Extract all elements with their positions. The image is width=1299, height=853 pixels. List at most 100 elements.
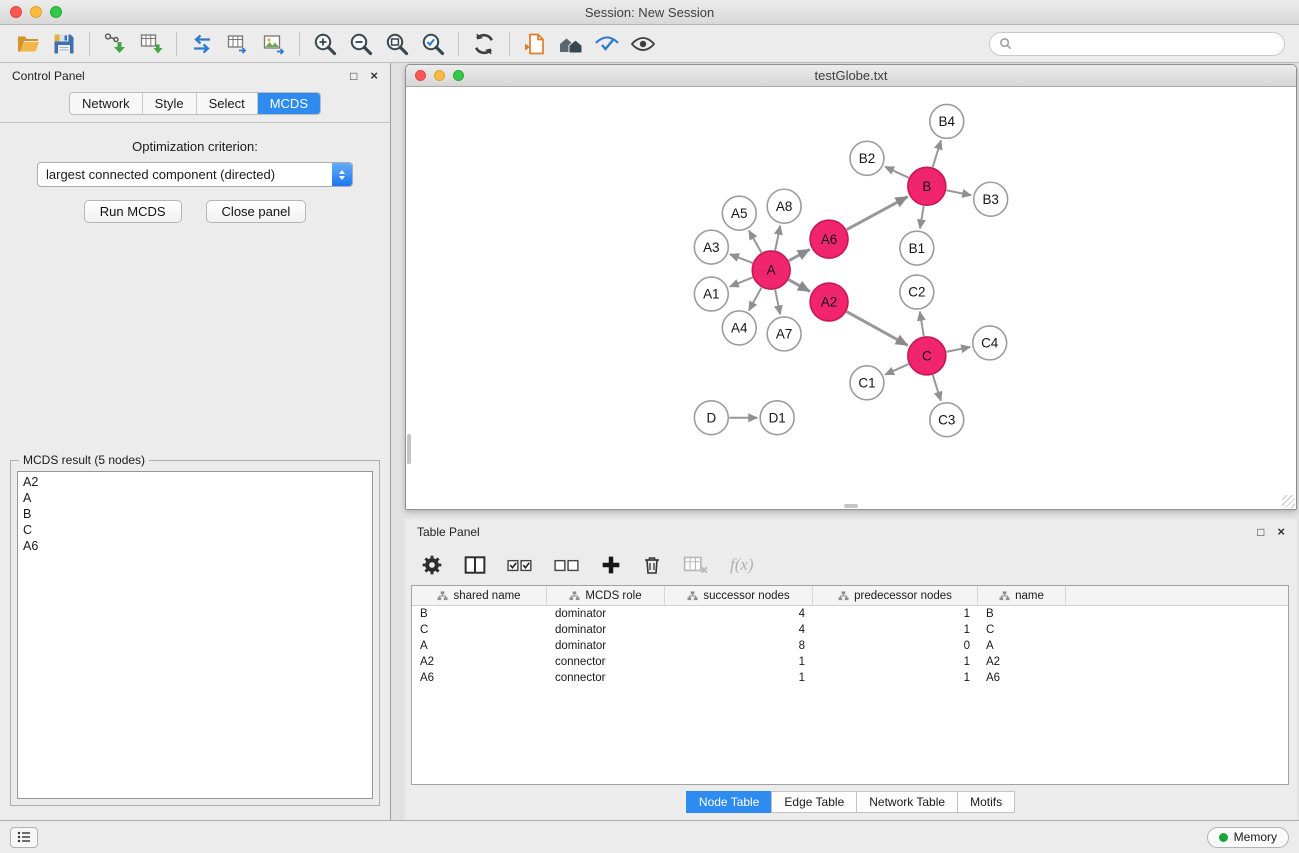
apply-style-icon[interactable]: [589, 29, 625, 59]
memory-button[interactable]: Memory: [1207, 827, 1289, 848]
refresh-icon[interactable]: [466, 29, 502, 59]
search-input[interactable]: [1017, 37, 1275, 51]
column-header[interactable]: name: [978, 586, 1066, 605]
tab-mcds[interactable]: MCDS: [258, 93, 320, 114]
graph-edge-C-C1[interactable]: [885, 364, 908, 375]
mcds-result-list[interactable]: A2ABCA6: [17, 471, 373, 799]
tab-network-table[interactable]: Network Table: [856, 791, 958, 813]
maximize-window-button[interactable]: [50, 6, 62, 18]
column-header[interactable]: successor nodes: [665, 586, 813, 605]
graph-node-A3[interactable]: A3: [694, 230, 728, 264]
table-row[interactable]: Bdominator41B: [412, 606, 1288, 622]
vertical-scrollbar[interactable]: [407, 434, 411, 464]
table-row[interactable]: Cdominator41C: [412, 622, 1288, 638]
mcds-result-item[interactable]: C: [23, 522, 367, 538]
close-table-panel-icon[interactable]: ×: [1277, 526, 1285, 538]
mcds-result-item[interactable]: A6: [23, 538, 367, 554]
graph-edge-A-A3[interactable]: [730, 254, 753, 263]
horizontal-scrollbar[interactable]: [844, 504, 858, 508]
zoom-out-icon[interactable]: [343, 29, 379, 59]
open-file-icon[interactable]: [10, 29, 46, 59]
graph-node-C[interactable]: C: [908, 337, 946, 375]
column-header[interactable]: MCDS role: [547, 586, 665, 605]
graph-edge-C-C3[interactable]: [933, 375, 941, 401]
network-maximize-button[interactable]: [453, 70, 464, 81]
graph-node-D[interactable]: D: [694, 401, 728, 435]
close-window-button[interactable]: [10, 6, 22, 18]
minimize-window-button[interactable]: [30, 6, 42, 18]
graph-node-C3[interactable]: C3: [930, 403, 964, 437]
graph-edge-B-B4[interactable]: [933, 140, 941, 167]
graph-node-B2[interactable]: B2: [850, 141, 884, 175]
resize-grip[interactable]: [1282, 495, 1295, 508]
float-table-panel-icon[interactable]: □: [1257, 526, 1264, 538]
column-header[interactable]: shared name: [412, 586, 547, 605]
zoom-fit-icon[interactable]: [379, 29, 415, 59]
graph-node-D1[interactable]: D1: [760, 401, 794, 435]
table-row[interactable]: A2connector11A2: [412, 654, 1288, 670]
eye-icon[interactable]: [625, 29, 661, 59]
network-canvas[interactable]: B4B2BB3A8A5A6A3B1AC2A1A2A4A7C4CC1C3DD1: [406, 87, 1296, 509]
graph-node-A5[interactable]: A5: [722, 196, 756, 230]
tab-network[interactable]: Network: [70, 93, 143, 114]
table-settings-gear-icon[interactable]: [421, 550, 443, 580]
export-network-icon[interactable]: [184, 29, 220, 59]
export-image-icon[interactable]: [256, 29, 292, 59]
zoom-in-icon[interactable]: [307, 29, 343, 59]
graph-edge-C-C4[interactable]: [946, 347, 970, 352]
table-row[interactable]: A6connector11A6: [412, 670, 1288, 686]
graph-edge-A-A5[interactable]: [749, 231, 761, 253]
graph-edge-A-A1[interactable]: [730, 277, 753, 286]
mcds-result-item[interactable]: A2: [23, 474, 367, 490]
graph-node-B[interactable]: B: [908, 167, 946, 205]
import-table-icon[interactable]: [133, 29, 169, 59]
close-panel-icon[interactable]: ×: [370, 70, 378, 82]
graph-edge-C-C2[interactable]: [920, 312, 924, 336]
zoom-selected-icon[interactable]: [415, 29, 451, 59]
graph-node-A6[interactable]: A6: [810, 220, 848, 258]
select-all-icon[interactable]: [507, 550, 533, 580]
tab-motifs[interactable]: Motifs: [957, 791, 1015, 813]
graph-node-A8[interactable]: A8: [767, 189, 801, 223]
mcds-result-item[interactable]: B: [23, 506, 367, 522]
delete-table-icon[interactable]: [683, 550, 709, 580]
tab-select[interactable]: Select: [197, 93, 258, 114]
table-row[interactable]: Adominator80A: [412, 638, 1288, 654]
graph-node-B1[interactable]: B1: [900, 231, 934, 265]
tab-node-table[interactable]: Node Table: [686, 791, 773, 813]
graph-node-B4[interactable]: B4: [930, 104, 964, 138]
delete-column-icon[interactable]: [642, 550, 662, 580]
add-column-icon[interactable]: [601, 550, 621, 580]
optimization-dropdown[interactable]: largest connected component (directed): [37, 162, 353, 187]
network-close-button[interactable]: [415, 70, 426, 81]
home-icon[interactable]: [553, 29, 589, 59]
graph-edge-A-A8[interactable]: [775, 226, 780, 251]
graph-edge-B-B3[interactable]: [946, 190, 971, 195]
deselect-all-icon[interactable]: [554, 550, 580, 580]
graph-node-A1[interactable]: A1: [694, 277, 728, 311]
search-box[interactable]: [989, 32, 1285, 56]
save-icon[interactable]: [46, 29, 82, 59]
graph-edge-B-B1[interactable]: [920, 206, 924, 228]
graph-edge-A6-B[interactable]: [847, 197, 908, 230]
graph-edge-A-A4[interactable]: [749, 288, 762, 311]
graph-edge-A-A6[interactable]: [789, 249, 810, 260]
graph-node-B3[interactable]: B3: [974, 182, 1008, 216]
tab-style[interactable]: Style: [143, 93, 197, 114]
graph-node-A2[interactable]: A2: [810, 283, 848, 321]
float-panel-icon[interactable]: □: [350, 70, 357, 82]
graph-node-A7[interactable]: A7: [767, 317, 801, 351]
graph-node-C4[interactable]: C4: [973, 326, 1007, 360]
network-graph[interactable]: B4B2BB3A8A5A6A3B1AC2A1A2A4A7C4CC1C3DD1: [406, 87, 1296, 509]
tab-edge-table[interactable]: Edge Table: [771, 791, 857, 813]
import-network-icon[interactable]: [97, 29, 133, 59]
graph-edge-A-A7[interactable]: [775, 290, 780, 315]
network-minimize-button[interactable]: [434, 70, 445, 81]
graph-node-C1[interactable]: C1: [850, 366, 884, 400]
graph-node-C2[interactable]: C2: [900, 275, 934, 309]
graph-node-A4[interactable]: A4: [722, 311, 756, 345]
graph-edge-A-A2[interactable]: [789, 280, 810, 292]
graph-edge-A2-C[interactable]: [847, 312, 908, 346]
run-mcds-button[interactable]: Run MCDS: [84, 200, 182, 223]
export-table-icon[interactable]: [220, 29, 256, 59]
